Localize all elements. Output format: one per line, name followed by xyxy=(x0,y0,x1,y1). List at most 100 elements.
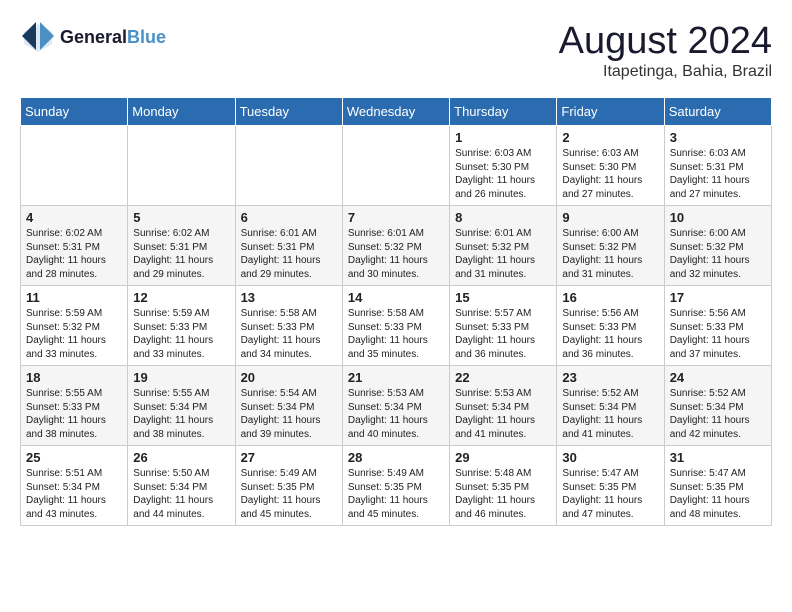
day-info: Daylight: 11 hours and 29 minutes. xyxy=(241,254,337,281)
day-number: 7 xyxy=(348,210,444,225)
day-info: Sunrise: 5:58 AM xyxy=(241,307,337,321)
day-info: Sunrise: 5:50 AM xyxy=(133,467,229,481)
calendar-table: SundayMondayTuesdayWednesdayThursdayFrid… xyxy=(20,97,772,526)
day-info: Daylight: 11 hours and 32 minutes. xyxy=(670,254,766,281)
day-number: 15 xyxy=(455,290,551,305)
day-number: 24 xyxy=(670,370,766,385)
day-number: 26 xyxy=(133,450,229,465)
month-title: August 2024 xyxy=(559,20,772,63)
day-info: Sunset: 5:35 PM xyxy=(670,481,766,495)
day-number: 25 xyxy=(26,450,122,465)
day-number: 4 xyxy=(26,210,122,225)
day-info: Sunset: 5:31 PM xyxy=(26,241,122,255)
calendar-cell: 23Sunrise: 5:52 AMSunset: 5:34 PMDayligh… xyxy=(557,366,664,446)
day-info: Sunrise: 6:03 AM xyxy=(455,147,551,161)
calendar-cell: 2Sunrise: 6:03 AMSunset: 5:30 PMDaylight… xyxy=(557,126,664,206)
week-row-2: 4Sunrise: 6:02 AMSunset: 5:31 PMDaylight… xyxy=(21,206,772,286)
calendar-cell: 3Sunrise: 6:03 AMSunset: 5:31 PMDaylight… xyxy=(664,126,771,206)
day-info: Sunset: 5:35 PM xyxy=(455,481,551,495)
day-info: Daylight: 11 hours and 40 minutes. xyxy=(348,414,444,441)
calendar-cell: 18Sunrise: 5:55 AMSunset: 5:33 PMDayligh… xyxy=(21,366,128,446)
day-info: Sunset: 5:33 PM xyxy=(455,321,551,335)
week-row-3: 11Sunrise: 5:59 AMSunset: 5:32 PMDayligh… xyxy=(21,286,772,366)
day-info: Daylight: 11 hours and 31 minutes. xyxy=(562,254,658,281)
day-info: Daylight: 11 hours and 47 minutes. xyxy=(562,494,658,521)
calendar-cell xyxy=(128,126,235,206)
day-info: Sunrise: 5:56 AM xyxy=(670,307,766,321)
day-info: Daylight: 11 hours and 34 minutes. xyxy=(241,334,337,361)
day-info: Sunrise: 6:00 AM xyxy=(670,227,766,241)
logo: GeneralBlue xyxy=(20,20,166,56)
day-info: Daylight: 11 hours and 37 minutes. xyxy=(670,334,766,361)
day-number: 14 xyxy=(348,290,444,305)
calendar-cell: 17 Sunrise: 5:56 AMSunset: 5:33 PMDayligh… xyxy=(664,286,771,366)
calendar-cell: 20Sunrise: 5:54 AMSunset: 5:34 PMDayligh… xyxy=(235,366,342,446)
day-number: 30 xyxy=(562,450,658,465)
calendar-cell: 1Sunrise: 6:03 AMSunset: 5:30 PMDaylight… xyxy=(450,126,557,206)
calendar-cell: 4Sunrise: 6:02 AMSunset: 5:31 PMDaylight… xyxy=(21,206,128,286)
calendar-cell: 9Sunrise: 6:00 AMSunset: 5:32 PMDaylight… xyxy=(557,206,664,286)
day-info: Sunrise: 5:49 AM xyxy=(348,467,444,481)
day-info: Sunset: 5:32 PM xyxy=(455,241,551,255)
week-row-1: 1Sunrise: 6:03 AMSunset: 5:30 PMDaylight… xyxy=(21,126,772,206)
day-header-saturday: Saturday xyxy=(664,98,771,126)
calendar-cell: 15 Sunrise: 5:57 AMSunset: 5:33 PMDayligh… xyxy=(450,286,557,366)
day-info: Sunrise: 5:59 AM xyxy=(26,307,122,321)
day-info: Daylight: 11 hours and 46 minutes. xyxy=(455,494,551,521)
day-info: Daylight: 11 hours and 45 minutes. xyxy=(348,494,444,521)
calendar-cell: 8Sunrise: 6:01 AMSunset: 5:32 PMDaylight… xyxy=(450,206,557,286)
day-info: Sunset: 5:34 PM xyxy=(133,401,229,415)
week-row-4: 18Sunrise: 5:55 AMSunset: 5:33 PMDayligh… xyxy=(21,366,772,446)
day-info: Sunrise: 6:03 AM xyxy=(562,147,658,161)
calendar-cell: 25Sunrise: 5:51 AMSunset: 5:34 PMDayligh… xyxy=(21,446,128,526)
calendar-cell: 16Sunrise: 5:56 AMSunset: 5:33 PMDayligh… xyxy=(557,286,664,366)
calendar-cell: 29Sunrise: 5:48 AMSunset: 5:35 PMDayligh… xyxy=(450,446,557,526)
day-info: Sunrise: 5:58 AM xyxy=(348,307,444,321)
day-number: 17 xyxy=(670,290,766,305)
calendar-cell: 27Sunrise: 5:49 AMSunset: 5:35 PMDayligh… xyxy=(235,446,342,526)
day-number: 27 xyxy=(241,450,337,465)
day-header-sunday: Sunday xyxy=(21,98,128,126)
day-info: Daylight: 11 hours and 36 minutes. xyxy=(455,334,551,361)
day-info: Sunset: 5:34 PM xyxy=(133,481,229,495)
day-header-tuesday: Tuesday xyxy=(235,98,342,126)
day-info: Sunset: 5:33 PM xyxy=(241,321,337,335)
calendar-cell: 24Sunrise: 5:52 AMSunset: 5:34 PMDayligh… xyxy=(664,366,771,446)
calendar-cell: 5Sunrise: 6:02 AMSunset: 5:31 PMDaylight… xyxy=(128,206,235,286)
day-info: Daylight: 11 hours and 38 minutes. xyxy=(133,414,229,441)
calendar-cell: 7Sunrise: 6:01 AMSunset: 5:32 PMDaylight… xyxy=(342,206,449,286)
day-info: Daylight: 11 hours and 28 minutes. xyxy=(26,254,122,281)
day-info: Sunset: 5:33 PM xyxy=(133,321,229,335)
day-info: Sunrise: 5:47 AM xyxy=(562,467,658,481)
day-info: Sunrise: 5:52 AM xyxy=(562,387,658,401)
day-header-monday: Monday xyxy=(128,98,235,126)
day-info: Daylight: 11 hours and 26 minutes. xyxy=(455,174,551,201)
logo-icon xyxy=(20,20,56,56)
week-row-5: 25Sunrise: 5:51 AMSunset: 5:34 PMDayligh… xyxy=(21,446,772,526)
day-info: Sunset: 5:30 PM xyxy=(562,161,658,175)
day-number: 6 xyxy=(241,210,337,225)
day-info: Daylight: 11 hours and 27 minutes. xyxy=(670,174,766,201)
day-number: 5 xyxy=(133,210,229,225)
calendar-cell: 11Sunrise: 5:59 AMSunset: 5:32 PMDayligh… xyxy=(21,286,128,366)
day-number: 3 xyxy=(670,130,766,145)
day-info: Sunrise: 5:57 AM xyxy=(455,307,551,321)
day-info: Sunset: 5:33 PM xyxy=(670,321,766,335)
day-number: 9 xyxy=(562,210,658,225)
day-info: Sunset: 5:34 PM xyxy=(241,401,337,415)
day-info: Daylight: 11 hours and 35 minutes. xyxy=(348,334,444,361)
day-info: Sunset: 5:31 PM xyxy=(133,241,229,255)
day-info: Sunset: 5:32 PM xyxy=(562,241,658,255)
calendar-cell: 26Sunrise: 5:50 AMSunset: 5:34 PMDayligh… xyxy=(128,446,235,526)
day-number: 29 xyxy=(455,450,551,465)
calendar-cell: 6Sunrise: 6:01 AMSunset: 5:31 PMDaylight… xyxy=(235,206,342,286)
day-number: 19 xyxy=(133,370,229,385)
day-info: Daylight: 11 hours and 31 minutes. xyxy=(455,254,551,281)
day-info: Sunset: 5:34 PM xyxy=(455,401,551,415)
day-number: 2 xyxy=(562,130,658,145)
day-info: Sunset: 5:35 PM xyxy=(348,481,444,495)
calendar-cell: 31Sunrise: 5:47 AMSunset: 5:35 PMDayligh… xyxy=(664,446,771,526)
day-number: 12 xyxy=(133,290,229,305)
calendar-cell: 19Sunrise: 5:55 AMSunset: 5:34 PMDayligh… xyxy=(128,366,235,446)
day-number: 8 xyxy=(455,210,551,225)
